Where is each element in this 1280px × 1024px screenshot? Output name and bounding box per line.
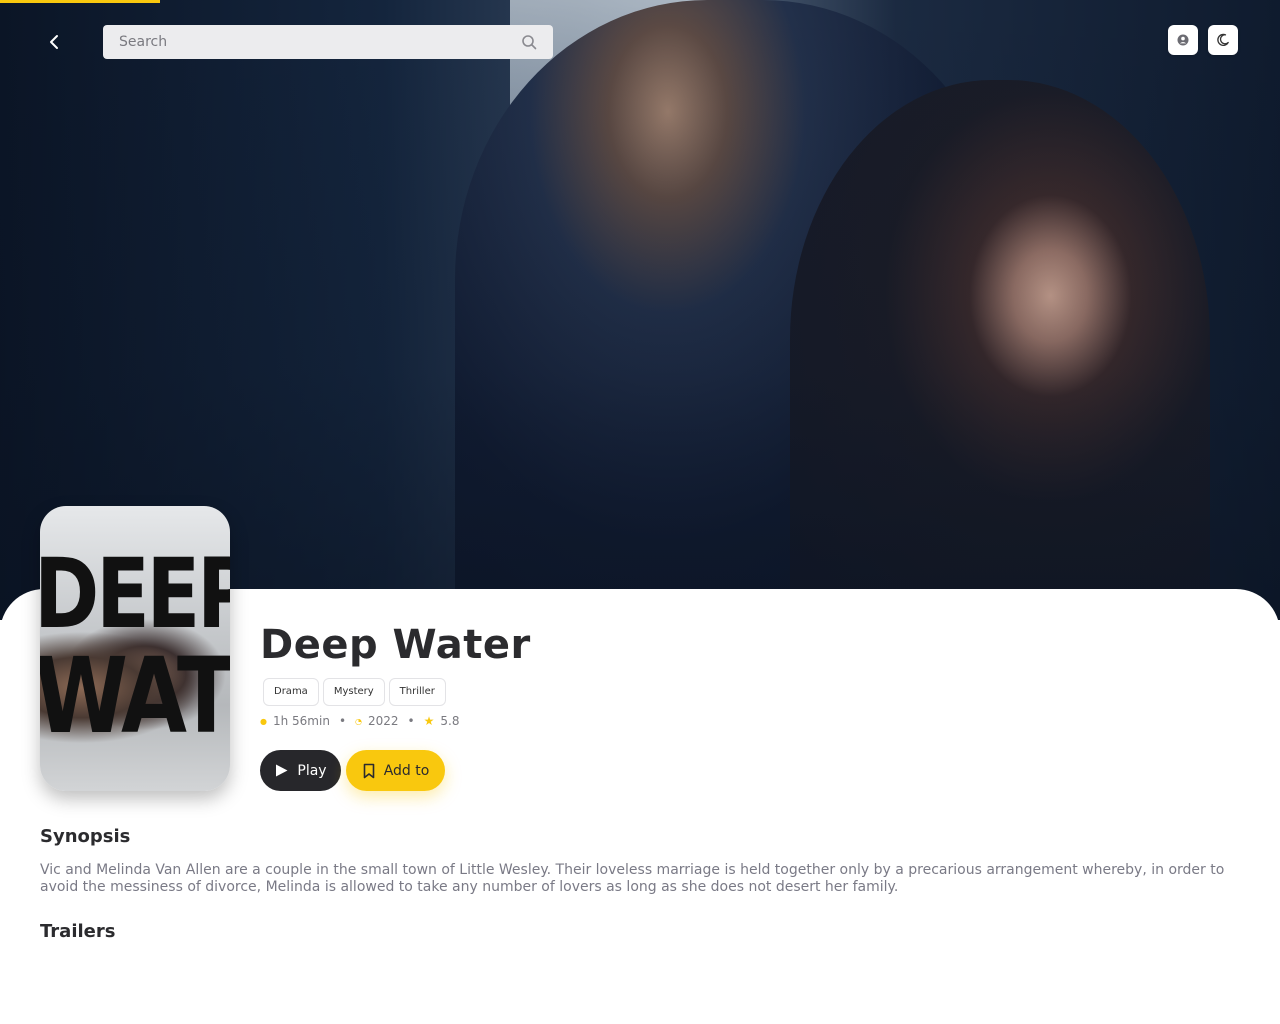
add-to-list-button[interactable]: Add to xyxy=(346,750,445,791)
year-text: 2022 xyxy=(368,714,399,728)
search-input[interactable] xyxy=(103,25,553,59)
movie-meta: ● 1h 56min • ◔ 2022 • ★ 5.8 xyxy=(260,714,459,728)
clock-icon: ● xyxy=(260,716,267,726)
separator-dot: • xyxy=(338,714,347,728)
profile-button[interactable] xyxy=(1168,25,1198,55)
bookmark-icon xyxy=(363,763,374,778)
play-button[interactable]: Play xyxy=(260,750,341,791)
duration-text: 1h 56min xyxy=(272,714,330,728)
genre-tag[interactable]: Thriller xyxy=(388,678,446,706)
chevron-left-icon xyxy=(50,35,58,49)
theme-toggle-button[interactable] xyxy=(1208,25,1238,55)
star-icon: ★ xyxy=(423,714,435,728)
search-icon[interactable] xyxy=(521,34,537,50)
calendar-icon: ◔ xyxy=(355,716,362,726)
genre-tags: Drama Mystery Thriller xyxy=(263,678,446,706)
movie-poster: DEEP WATER xyxy=(40,506,230,791)
rating-text: 5.8 xyxy=(440,714,460,728)
synopsis-text: Vic and Melinda Van Allen are a couple i… xyxy=(40,862,1225,895)
genre-tag[interactable]: Drama xyxy=(263,678,319,706)
play-icon xyxy=(276,764,288,777)
genre-tag[interactable]: Mystery xyxy=(322,678,385,706)
separator-dot: • xyxy=(407,714,415,728)
search-bar xyxy=(103,25,553,59)
trailers-heading: Trailers xyxy=(40,921,116,942)
add-to-button-label: Add to xyxy=(383,762,430,779)
play-button-label: Play xyxy=(297,762,327,779)
back-button[interactable] xyxy=(40,28,68,56)
movie-title: Deep Water xyxy=(260,622,531,668)
page-progress-bar xyxy=(0,0,160,3)
moon-icon xyxy=(1217,33,1229,47)
synopsis-heading: Synopsis xyxy=(40,826,131,847)
user-circle-icon xyxy=(1177,34,1189,46)
